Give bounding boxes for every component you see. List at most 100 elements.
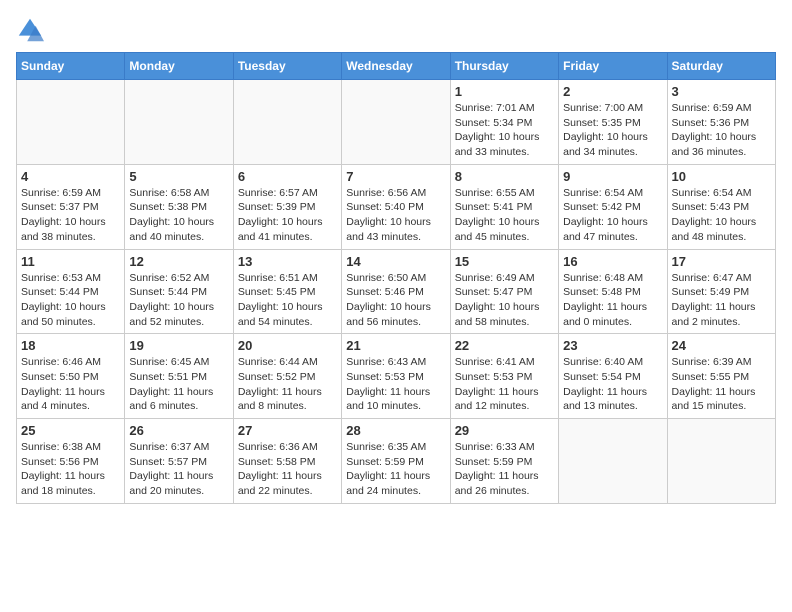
calendar-cell: 14Sunrise: 6:50 AMSunset: 5:46 PMDayligh… [342,249,450,334]
calendar-cell [342,80,450,165]
day-number: 29 [455,423,554,438]
day-number: 27 [238,423,337,438]
day-info: Sunrise: 6:59 AMSunset: 5:36 PMDaylight:… [672,101,771,160]
weekday-header-row: SundayMondayTuesdayWednesdayThursdayFrid… [17,53,776,80]
calendar-cell: 5 Sunrise: 6:58 AMSunset: 5:38 PMDaylight… [125,164,233,249]
day-number: 28 [346,423,445,438]
day-info: Sunrise: 6:55 AMSunset: 5:41 PMDaylight:… [455,186,554,245]
calendar-cell: 21 Sunrise: 6:43 AMSunset: 5:53 PMDayligh… [342,334,450,419]
day-info: Sunrise: 6:47 AMSunset: 5:49 PMDaylight:… [672,271,771,330]
day-number: 17 [672,254,771,269]
calendar-cell: 26 Sunrise: 6:37 AMSunset: 5:57 PMDayligh… [125,419,233,504]
calendar-cell: 23Sunrise: 6:40 AMSunset: 5:54 PMDayligh… [559,334,667,419]
day-number: 18 [21,338,120,353]
day-number: 12 [129,254,228,269]
calendar-cell [559,419,667,504]
day-info: Sunrise: 6:58 AMSunset: 5:38 PMDaylight:… [129,186,228,245]
logo [16,16,48,44]
day-info: Sunrise: 6:35 AMSunset: 5:59 PMDaylight:… [346,440,445,499]
calendar-cell: 13 Sunrise: 6:51 AMSunset: 5:45 PMDayligh… [233,249,341,334]
day-info: Sunrise: 6:38 AMSunset: 5:56 PMDaylight:… [21,440,120,499]
weekday-header-sunday: Sunday [17,53,125,80]
calendar-cell: 25 Sunrise: 6:38 AMSunset: 5:56 PMDayligh… [17,419,125,504]
day-info: Sunrise: 6:57 AMSunset: 5:39 PMDaylight:… [238,186,337,245]
calendar-cell [667,419,775,504]
day-number: 21 [346,338,445,353]
calendar-cell: 8 Sunrise: 6:55 AMSunset: 5:41 PMDaylight… [450,164,558,249]
day-number: 11 [21,254,120,269]
day-number: 26 [129,423,228,438]
day-number: 9 [563,169,662,184]
calendar-week-row: 4Sunrise: 6:59 AMSunset: 5:37 PMDaylight… [17,164,776,249]
day-info: Sunrise: 6:41 AMSunset: 5:53 PMDaylight:… [455,355,554,414]
day-number: 15 [455,254,554,269]
day-number: 19 [129,338,228,353]
day-number: 23 [563,338,662,353]
day-number: 7 [346,169,445,184]
calendar-cell [125,80,233,165]
day-info: Sunrise: 7:00 AMSunset: 5:35 PMDaylight:… [563,101,662,160]
day-info: Sunrise: 6:43 AMSunset: 5:53 PMDaylight:… [346,355,445,414]
calendar-cell: 6 Sunrise: 6:57 AMSunset: 5:39 PMDaylight… [233,164,341,249]
calendar-cell: 9 Sunrise: 6:54 AMSunset: 5:42 PMDaylight… [559,164,667,249]
calendar-cell: 7 Sunrise: 6:56 AMSunset: 5:40 PMDaylight… [342,164,450,249]
day-info: Sunrise: 6:36 AMSunset: 5:58 PMDaylight:… [238,440,337,499]
weekday-header-tuesday: Tuesday [233,53,341,80]
calendar-cell: 27 Sunrise: 6:36 AMSunset: 5:58 PMDayligh… [233,419,341,504]
day-info: Sunrise: 6:49 AMSunset: 5:47 PMDaylight:… [455,271,554,330]
day-info: Sunrise: 6:52 AMSunset: 5:44 PMDaylight:… [129,271,228,330]
day-info: Sunrise: 6:50 AMSunset: 5:46 PMDaylight:… [346,271,445,330]
weekday-header-friday: Friday [559,53,667,80]
day-number: 16 [563,254,662,269]
logo-icon [16,16,44,44]
calendar-cell: 24 Sunrise: 6:39 AMSunset: 5:55 PMDayligh… [667,334,775,419]
day-number: 2 [563,84,662,99]
calendar-cell: 19 Sunrise: 6:45 AMSunset: 5:51 PMDayligh… [125,334,233,419]
calendar-cell: 12 Sunrise: 6:52 AMSunset: 5:44 PMDayligh… [125,249,233,334]
day-number: 5 [129,169,228,184]
day-number: 13 [238,254,337,269]
day-number: 3 [672,84,771,99]
weekday-header-saturday: Saturday [667,53,775,80]
calendar-cell: 20 Sunrise: 6:44 AMSunset: 5:52 PMDayligh… [233,334,341,419]
day-info: Sunrise: 6:54 AMSunset: 5:42 PMDaylight:… [563,186,662,245]
day-info: Sunrise: 6:56 AMSunset: 5:40 PMDaylight:… [346,186,445,245]
day-number: 6 [238,169,337,184]
calendar-cell: 3 Sunrise: 6:59 AMSunset: 5:36 PMDaylight… [667,80,775,165]
calendar-cell: 16 Sunrise: 6:48 AMSunset: 5:48 PMDayligh… [559,249,667,334]
day-info: Sunrise: 6:33 AMSunset: 5:59 PMDaylight:… [455,440,554,499]
calendar-week-row: 25 Sunrise: 6:38 AMSunset: 5:56 PMDayligh… [17,419,776,504]
day-number: 22 [455,338,554,353]
calendar-week-row: 18 Sunrise: 6:46 AMSunset: 5:50 PMDayligh… [17,334,776,419]
day-info: Sunrise: 7:01 AMSunset: 5:34 PMDaylight:… [455,101,554,160]
calendar-cell: 4Sunrise: 6:59 AMSunset: 5:37 PMDaylight… [17,164,125,249]
day-info: Sunrise: 6:44 AMSunset: 5:52 PMDaylight:… [238,355,337,414]
calendar-cell [17,80,125,165]
calendar-cell: 17 Sunrise: 6:47 AMSunset: 5:49 PMDayligh… [667,249,775,334]
page-header [16,16,776,44]
day-number: 24 [672,338,771,353]
calendar-table: SundayMondayTuesdayWednesdayThursdayFrid… [16,52,776,504]
calendar-cell [233,80,341,165]
calendar-cell: 11 Sunrise: 6:53 AMSunset: 5:44 PMDayligh… [17,249,125,334]
day-info: Sunrise: 6:37 AMSunset: 5:57 PMDaylight:… [129,440,228,499]
day-number: 20 [238,338,337,353]
day-number: 10 [672,169,771,184]
day-info: Sunrise: 6:45 AMSunset: 5:51 PMDaylight:… [129,355,228,414]
day-info: Sunrise: 6:54 AMSunset: 5:43 PMDaylight:… [672,186,771,245]
weekday-header-wednesday: Wednesday [342,53,450,80]
calendar-cell: 28 Sunrise: 6:35 AMSunset: 5:59 PMDayligh… [342,419,450,504]
day-number: 8 [455,169,554,184]
calendar-cell: 22 Sunrise: 6:41 AMSunset: 5:53 PMDayligh… [450,334,558,419]
calendar-cell: 1 Sunrise: 7:01 AMSunset: 5:34 PMDaylight… [450,80,558,165]
calendar-cell: 10 Sunrise: 6:54 AMSunset: 5:43 PMDayligh… [667,164,775,249]
day-number: 25 [21,423,120,438]
day-info: Sunrise: 6:53 AMSunset: 5:44 PMDaylight:… [21,271,120,330]
day-info: Sunrise: 6:46 AMSunset: 5:50 PMDaylight:… [21,355,120,414]
day-number: 1 [455,84,554,99]
day-info: Sunrise: 6:51 AMSunset: 5:45 PMDaylight:… [238,271,337,330]
day-info: Sunrise: 6:48 AMSunset: 5:48 PMDaylight:… [563,271,662,330]
day-info: Sunrise: 6:59 AMSunset: 5:37 PMDaylight:… [21,186,120,245]
calendar-week-row: 11 Sunrise: 6:53 AMSunset: 5:44 PMDayligh… [17,249,776,334]
day-info: Sunrise: 6:39 AMSunset: 5:55 PMDaylight:… [672,355,771,414]
